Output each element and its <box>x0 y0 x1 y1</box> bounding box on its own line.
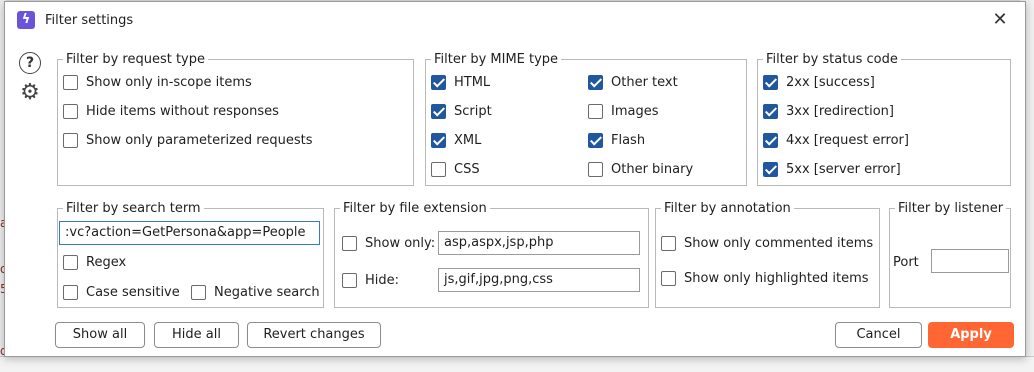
mime-xml-checkbox[interactable] <box>431 132 446 148</box>
port-label: Port <box>893 255 919 270</box>
status-5xx-checkbox[interactable] <box>763 161 778 177</box>
show-all-button[interactable]: Show all <box>55 322 145 348</box>
mime-images-row[interactable]: Images <box>588 101 659 121</box>
hide-checkbox-row[interactable]: Hide: <box>342 270 399 290</box>
show-parameterized-label: Show only parameterized requests <box>86 132 313 148</box>
background-bottom-strip <box>0 356 1034 372</box>
commented-items-checkbox[interactable] <box>661 235 676 251</box>
dialog-title: Filter settings <box>45 13 134 28</box>
help-icon[interactable]: ? <box>19 52 41 74</box>
status-5xx-row[interactable]: 5xx [server error] <box>763 159 901 179</box>
revert-changes-button[interactable]: Revert changes <box>247 322 381 348</box>
mime-flash-checkbox[interactable] <box>588 132 603 148</box>
show-in-scope-checkbox[interactable] <box>63 74 78 90</box>
title-bar: ϟ Filter settings ✕ <box>5 2 1025 40</box>
mime-other-binary-label: Other binary <box>611 161 694 177</box>
show-parameterized-checkbox[interactable] <box>63 132 78 148</box>
show-in-scope-row[interactable]: Show only in-scope items <box>63 72 252 92</box>
status-2xx-checkbox[interactable] <box>763 74 778 90</box>
highlighted-items-label: Show only highlighted items <box>684 270 869 286</box>
case-sensitive-label: Case sensitive <box>86 284 180 300</box>
search-term-legend: Filter by search term <box>66 201 201 216</box>
show-parameterized-row[interactable]: Show only parameterized requests <box>63 130 312 150</box>
hide-no-response-label: Hide items without responses <box>86 103 279 119</box>
commented-items-row[interactable]: Show only commented items <box>661 233 873 253</box>
mime-css-label: CSS <box>454 161 480 177</box>
status-2xx-row[interactable]: 2xx [success] <box>763 72 875 92</box>
annotation-group: Filter by annotation <box>655 201 880 308</box>
mime-css-checkbox[interactable] <box>431 161 446 177</box>
highlighted-items-row[interactable]: Show only highlighted items <box>661 268 869 288</box>
mime-other-text-label: Other text <box>611 74 678 90</box>
show-only-label: Show only: <box>365 235 436 251</box>
show-only-checkbox[interactable] <box>342 235 357 251</box>
regex-checkbox[interactable] <box>63 254 78 270</box>
status-3xx-row[interactable]: 3xx [redirection] <box>763 101 894 121</box>
hide-extensions-input[interactable]: js,gif,jpg,png,css <box>438 268 640 292</box>
hide-label: Hide: <box>365 272 400 288</box>
mime-flash-row[interactable]: Flash <box>588 130 645 150</box>
mime-css-row[interactable]: CSS <box>431 159 480 179</box>
mime-html-row[interactable]: HTML <box>431 72 490 92</box>
mime-xml-label: XML <box>454 132 482 148</box>
mime-type-legend: Filter by MIME type <box>434 52 559 67</box>
request-type-legend: Filter by request type <box>66 52 205 67</box>
status-3xx-label: 3xx [redirection] <box>786 103 894 119</box>
status-4xx-label: 4xx [request error] <box>786 132 909 148</box>
annotation-legend: Filter by annotation <box>664 201 791 216</box>
listener-legend: Filter by listener <box>898 201 1004 216</box>
cancel-button[interactable]: Cancel <box>835 322 922 348</box>
hide-all-button[interactable]: Hide all <box>154 322 239 348</box>
apply-button[interactable]: Apply <box>928 322 1014 348</box>
mime-other-binary-row[interactable]: Other binary <box>588 159 693 179</box>
status-5xx-label: 5xx [server error] <box>786 161 901 177</box>
highlighted-items-checkbox[interactable] <box>661 270 676 286</box>
mime-script-row[interactable]: Script <box>431 101 492 121</box>
gear-icon[interactable]: ⚙ <box>18 81 42 105</box>
status-4xx-row[interactable]: 4xx [request error] <box>763 130 909 150</box>
status-3xx-checkbox[interactable] <box>763 103 778 119</box>
mime-script-checkbox[interactable] <box>431 103 446 119</box>
mime-images-checkbox[interactable] <box>588 103 603 119</box>
file-extension-legend: Filter by file extension <box>343 201 487 216</box>
port-input[interactable] <box>931 249 1009 273</box>
regex-checkbox-row[interactable]: Regex <box>63 252 126 272</box>
case-sensitive-checkbox-row[interactable]: Case sensitive <box>63 282 180 302</box>
close-icon[interactable]: ✕ <box>989 8 1011 32</box>
mime-html-label: HTML <box>454 74 491 90</box>
status-2xx-label: 2xx [success] <box>786 74 875 90</box>
mime-html-checkbox[interactable] <box>431 74 446 90</box>
negative-search-checkbox-row[interactable]: Negative search <box>191 282 320 302</box>
filter-settings-dialog: ϟ Filter settings ✕ ? ⚙ Filter by reques… <box>4 1 1026 357</box>
mime-other-text-row[interactable]: Other text <box>588 72 678 92</box>
hide-no-response-checkbox[interactable] <box>63 103 78 119</box>
search-term-input[interactable]: :vc?action=GetPersona&app=People <box>59 221 320 245</box>
mime-other-text-checkbox[interactable] <box>588 74 603 90</box>
mime-other-binary-checkbox[interactable] <box>588 161 603 177</box>
status-4xx-checkbox[interactable] <box>763 132 778 148</box>
mime-flash-label: Flash <box>611 132 646 148</box>
mime-script-label: Script <box>454 103 492 119</box>
status-code-legend: Filter by status code <box>766 52 898 67</box>
hide-no-response-row[interactable]: Hide items without responses <box>63 101 279 121</box>
negative-search-label: Negative search <box>214 284 320 300</box>
show-only-extensions-input[interactable]: asp,aspx,jsp,php <box>438 231 640 255</box>
negative-search-checkbox[interactable] <box>191 284 206 300</box>
mime-xml-row[interactable]: XML <box>431 130 481 150</box>
show-in-scope-label: Show only in-scope items <box>86 74 252 90</box>
hide-checkbox[interactable] <box>342 272 357 288</box>
show-only-checkbox-row[interactable]: Show only: <box>342 233 435 253</box>
case-sensitive-checkbox[interactable] <box>63 284 78 300</box>
regex-label: Regex <box>86 254 127 270</box>
commented-items-label: Show only commented items <box>684 235 874 251</box>
lightning-icon: ϟ <box>17 11 35 29</box>
mime-images-label: Images <box>611 103 659 119</box>
